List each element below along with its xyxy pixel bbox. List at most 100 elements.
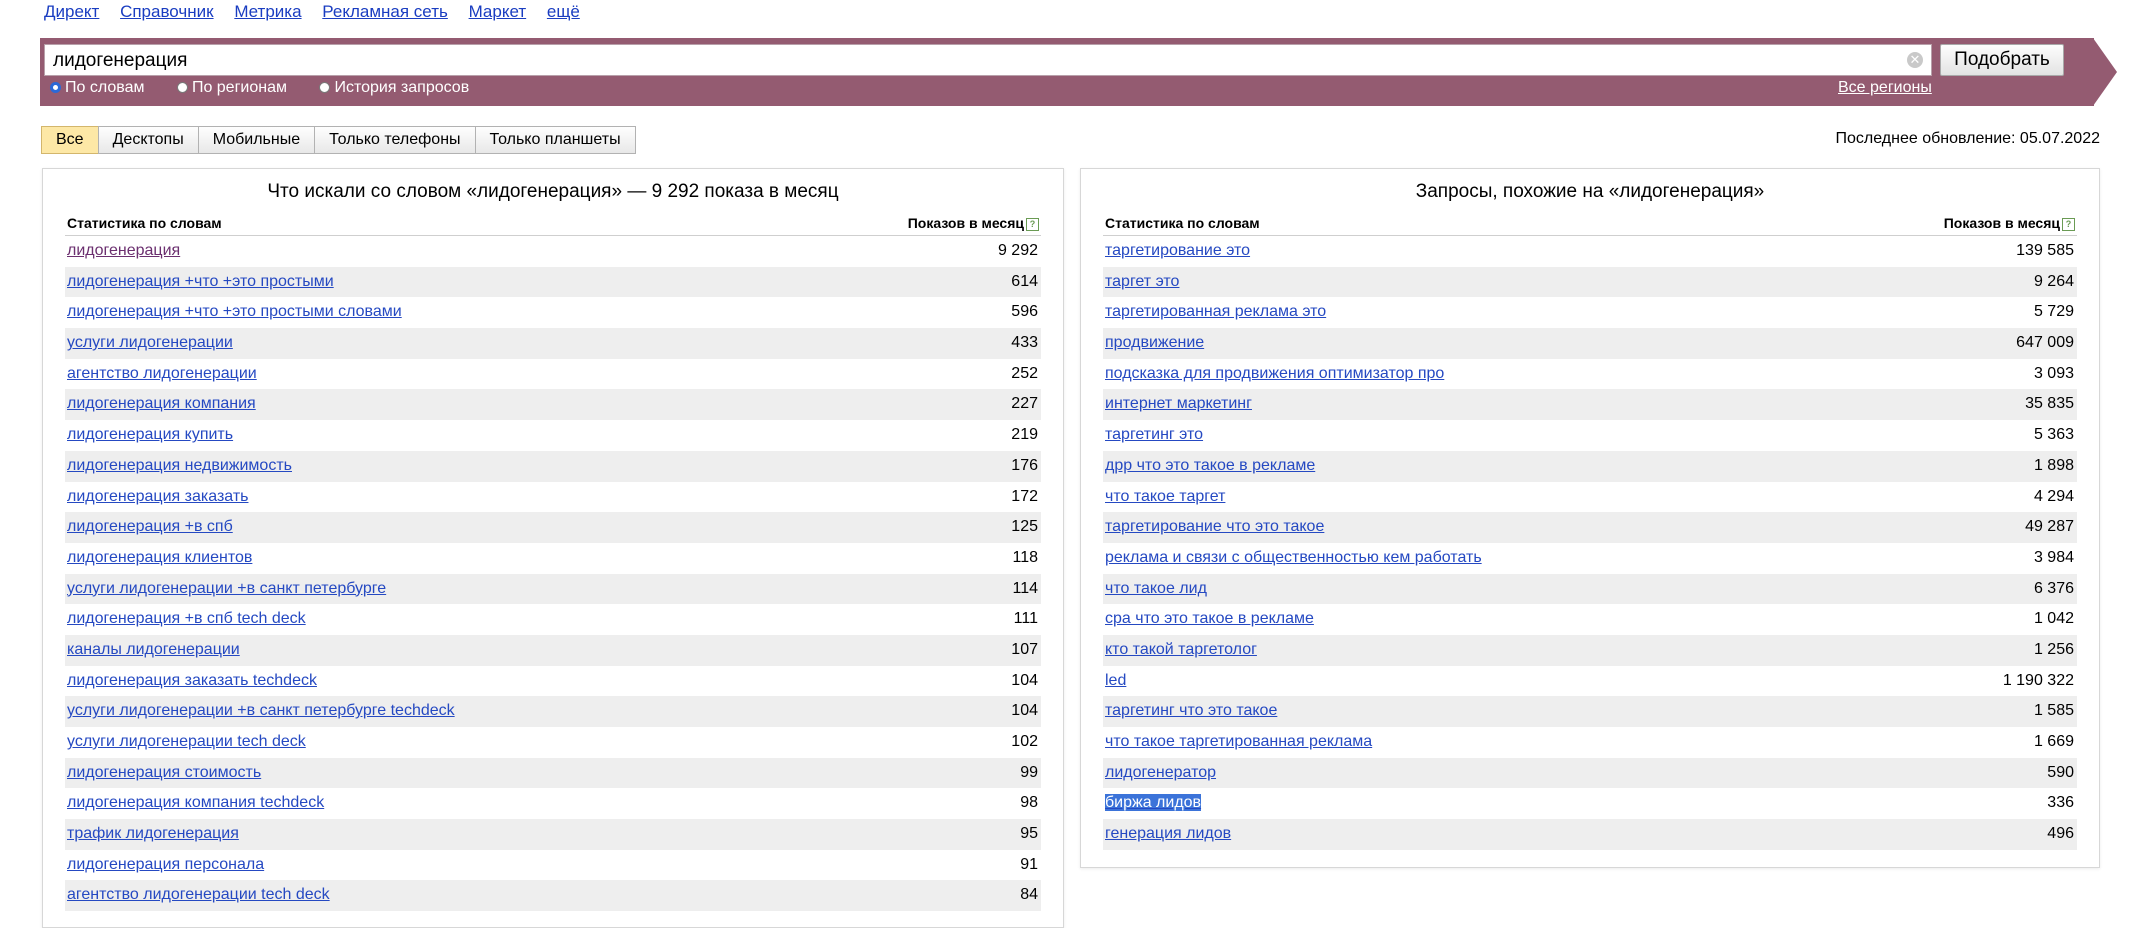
phrase-text: лидогенерация купить [67, 426, 234, 444]
phrase-link[interactable]: лидогенерация компания techdeck [67, 788, 324, 819]
tab-all[interactable]: Все [41, 126, 99, 154]
phrase-link[interactable]: лидогенерация стоимость [67, 758, 261, 789]
phrase-link[interactable]: лидогенерация заказать [67, 482, 248, 513]
nav-link-ad-network[interactable]: Рекламная сеть [322, 2, 448, 21]
radio-by-regions[interactable]: По регионам [176, 79, 287, 97]
search-input-value: лидогенерация [53, 50, 188, 71]
radio-query-history[interactable]: История запросов [319, 79, 469, 97]
phrase-link[interactable]: каналы лидогенерации [67, 635, 240, 666]
phrase-link[interactable]: led [1105, 666, 1126, 697]
radio-dot[interactable] [176, 82, 188, 93]
search-input[interactable]: лидогенерация ✕ [44, 44, 1932, 76]
phrase-link[interactable]: агентство лидогенерации [67, 359, 257, 390]
phrase-link[interactable]: генерация лидов [1105, 819, 1231, 850]
phrase-link[interactable]: что такое таргетированная реклама [1105, 727, 1372, 758]
phrase-text: что такое таргетированная реклама [1105, 733, 1373, 750]
phrase-link[interactable]: лидогенерация [67, 236, 180, 267]
phrase-link[interactable]: лидогенератор [1105, 758, 1216, 789]
table-row: трафик лидогенерация 95 [65, 819, 1041, 850]
phrase-link[interactable]: услуги лидогенерации tech deck [67, 727, 306, 758]
column-header-phrase: Статистика по словам [1105, 215, 1260, 231]
phrase-link[interactable]: таргетинг это [1105, 420, 1203, 451]
tab-mobile[interactable]: Мобильные [197, 126, 316, 154]
phrase-text: таргетирование что это такое [1105, 518, 1325, 536]
impressions-count: 118 [1012, 548, 1038, 566]
phrase-link[interactable]: лидогенерация +в спб [67, 512, 233, 543]
phrase-link[interactable]: услуги лидогенерации +в санкт петербурге [67, 574, 386, 605]
phrase-link[interactable]: таргетинг что это такое [1105, 696, 1277, 727]
nav-link-metrika[interactable]: Метрика [234, 2, 301, 21]
phrase-link[interactable]: агентство лидогенерации tech deck [67, 880, 330, 911]
impressions-count: 9 264 [2033, 272, 2074, 290]
phrase-link[interactable]: таргет это [1105, 267, 1179, 298]
radio-dot[interactable] [319, 82, 331, 93]
phrase-link[interactable]: таргетирование это [1105, 236, 1250, 267]
phrase-link[interactable]: трафик лидогенерация [67, 819, 239, 850]
all-regions-link[interactable]: Все регионы [1838, 79, 1932, 97]
phrase-text: что такое лид [1105, 579, 1207, 597]
phrase-text: агентство лидогенерации tech deck [67, 886, 330, 904]
phrase-link[interactable]: реклама и связи с общественностью кем ра… [1105, 543, 1482, 574]
phrase-link[interactable]: что такое таргет [1105, 482, 1225, 513]
radio-dot[interactable] [50, 82, 61, 93]
phrase-link[interactable]: биржа лидов [1105, 788, 1202, 819]
table-row: что такое таргет 4 294 [1103, 482, 2077, 513]
search-mode-group: По словам По регионам История запросов [50, 79, 497, 97]
nav-link-more[interactable]: ещё [547, 2, 580, 21]
phrase-link[interactable]: услуги лидогенерации +в санкт петербурге… [67, 696, 455, 727]
nav-link-market[interactable]: Маркет [469, 2, 527, 21]
phrase-link[interactable]: лидогенерация заказать techdeck [67, 666, 317, 697]
table-row: генерация лидов 496 [1103, 819, 2077, 850]
phrase-text: каналы лидогенерации [67, 640, 240, 658]
phrase-link[interactable]: лидогенерация +что +это простыми [67, 267, 334, 298]
phrase-link[interactable]: лидогенерация клиентов [67, 543, 252, 574]
search-button[interactable]: Подобрать [1940, 44, 2064, 76]
nav-link-directory[interactable]: Справочник [120, 2, 214, 21]
impressions-count: 125 [1011, 518, 1038, 536]
help-icon[interactable]: ? [1026, 218, 1039, 231]
phrase-link[interactable]: подсказка для продвижения оптимизатор пр… [1105, 359, 1444, 390]
table-header: Статистика по словам Показов в месяц? [1103, 213, 2077, 236]
close-icon[interactable]: ✕ [1907, 52, 1923, 68]
phrase-link[interactable]: cpa что это такое в рекламе [1105, 604, 1314, 635]
tab-phones-only[interactable]: Только телефоны [314, 126, 476, 154]
phrase-link[interactable]: интернет маркетинг [1105, 389, 1252, 420]
nav-link-direct[interactable]: Директ [44, 2, 99, 21]
table-row: таргетинг это 5 363 [1103, 420, 2077, 451]
phrase-text: агентство лидогенерации [67, 364, 257, 382]
tab-tablets-only[interactable]: Только планшеты [474, 126, 636, 154]
phrase-link[interactable]: продвижение [1105, 328, 1204, 359]
column-header-count-label: Показов в месяц [1943, 215, 2060, 231]
phrase-link[interactable]: лидогенерация +в спб tech deck [67, 604, 306, 635]
phrase-text: лидогенерация +что +это простыми словами [67, 303, 402, 321]
table-row: услуги лидогенерации tech deck 102 [65, 727, 1041, 758]
phrase-link[interactable]: услуги лидогенерации [67, 328, 233, 359]
table-row: cpa что это такое в рекламе 1 042 [1103, 604, 2077, 635]
phrase-text: услуги лидогенерации +в санкт петербурге [67, 579, 387, 597]
phrase-link[interactable]: лидогенерация компания [67, 389, 256, 420]
phrase-link[interactable]: лидогенерация +что +это простыми словами [67, 297, 402, 328]
phrase-link[interactable]: что такое лид [1105, 574, 1207, 605]
phrase-link[interactable]: лидогенерация недвижимость [67, 451, 292, 482]
impressions-count: 107 [1011, 640, 1038, 658]
phrase-text: кто такой таргетолог [1105, 640, 1257, 658]
phrase-link[interactable]: кто такой таргетолог [1105, 635, 1257, 666]
phrase-text: cpa что это такое в рекламе [1105, 610, 1314, 628]
phrase-link[interactable]: таргетирование что это такое [1105, 512, 1324, 543]
phrase-text: таргетинг что это такое [1105, 702, 1278, 720]
impressions-count: 1 669 [2033, 733, 2074, 750]
tab-desktops[interactable]: Десктопы [97, 126, 199, 154]
impressions-count: 6 376 [2033, 579, 2074, 597]
phrase-text: лидогенерация заказать techdeck [67, 671, 317, 689]
impressions-count: 104 [1011, 702, 1038, 720]
radio-by-words[interactable]: По словам [50, 79, 144, 97]
phrase-link[interactable]: лидогенерация купить [67, 420, 233, 451]
phrase-link[interactable]: таргетированная реклама это [1105, 297, 1326, 328]
table-row: услуги лидогенерации +в санкт петербурге… [65, 696, 1041, 727]
help-icon[interactable]: ? [2062, 218, 2075, 231]
phrase-link[interactable]: лидогенерация персонала [67, 850, 264, 881]
phrase-text: лидогенерация стоимость [67, 763, 262, 781]
table-row: лидогенерация персонала 91 [65, 850, 1041, 881]
table-row: таргетированная реклама это 5 729 [1103, 297, 2077, 328]
phrase-link[interactable]: дрр что это такое в рекламе [1105, 451, 1315, 482]
